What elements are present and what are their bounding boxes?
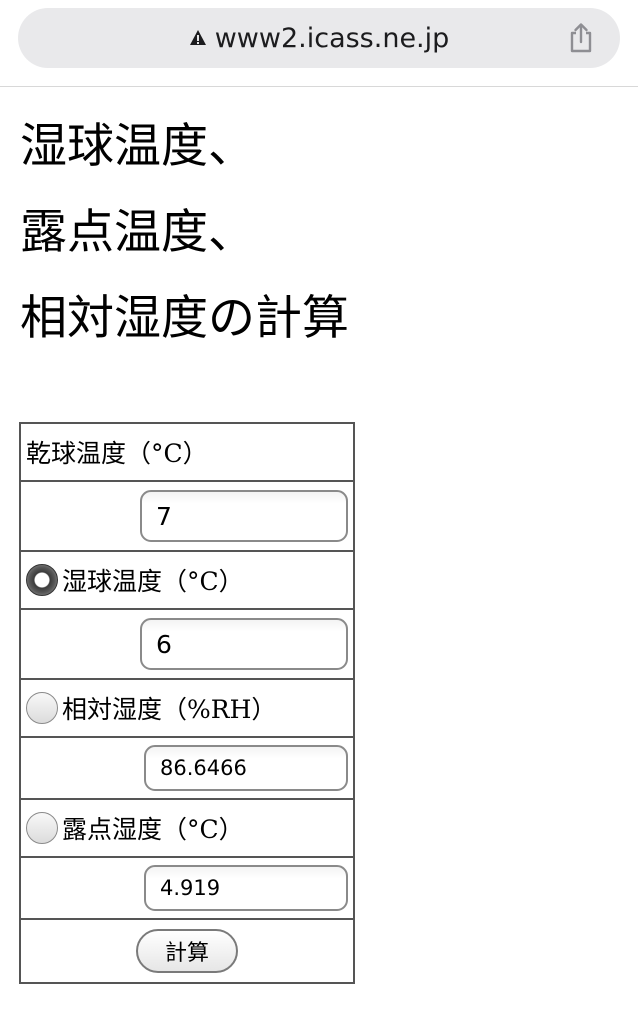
wet-bulb-label: 湿球温度（°C） bbox=[62, 567, 244, 596]
dry-bulb-input[interactable]: 7 bbox=[140, 490, 348, 542]
calculator-table: 乾球温度（°C） 7 湿球温度（°C） 6 相対湿度（%RH） 86.6466 … bbox=[19, 422, 355, 984]
url-text: www2.icass.ne.jp bbox=[214, 22, 450, 54]
page-title: 湿球温度、 露点温度、 相対湿度の計算 bbox=[20, 104, 620, 362]
calc-button-row: 計算 bbox=[21, 920, 353, 982]
share-icon[interactable] bbox=[566, 22, 596, 54]
relative-humidity-label: 相対湿度（%RH） bbox=[62, 695, 277, 724]
dew-point-radio[interactable] bbox=[26, 812, 58, 844]
wet-bulb-radio[interactable] bbox=[26, 564, 58, 596]
calculate-button[interactable]: 計算 bbox=[136, 929, 238, 973]
title-line-3: 相対湿度の計算 bbox=[20, 291, 349, 346]
address-bar[interactable]: www2.icass.ne.jp bbox=[18, 8, 620, 68]
dew-point-input-row: 4.919 bbox=[21, 858, 353, 920]
title-line-1: 湿球温度、 bbox=[20, 119, 255, 174]
wet-bulb-label-row: 湿球温度（°C） bbox=[21, 552, 353, 610]
wet-bulb-input[interactable]: 6 bbox=[140, 618, 348, 670]
relative-humidity-input[interactable]: 86.6466 bbox=[144, 745, 348, 791]
dew-point-input[interactable]: 4.919 bbox=[144, 865, 348, 911]
dew-point-label: 露点湿度（°C） bbox=[62, 815, 244, 844]
dry-bulb-input-row: 7 bbox=[21, 482, 353, 552]
title-line-2: 露点温度、 bbox=[20, 205, 255, 260]
wet-bulb-input-row: 6 bbox=[21, 610, 353, 680]
dry-bulb-label-row: 乾球温度（°C） bbox=[21, 424, 353, 482]
relative-humidity-input-row: 86.6466 bbox=[21, 738, 353, 800]
browser-toolbar: www2.icass.ne.jp bbox=[0, 0, 638, 87]
warning-triangle-icon bbox=[189, 30, 206, 45]
relative-humidity-label-row: 相対湿度（%RH） bbox=[21, 680, 353, 738]
address-bar-content: www2.icass.ne.jp bbox=[18, 8, 620, 68]
dry-bulb-label: 乾球温度（°C） bbox=[26, 439, 208, 468]
relative-humidity-radio[interactable] bbox=[26, 692, 58, 724]
dew-point-label-row: 露点湿度（°C） bbox=[21, 800, 353, 858]
